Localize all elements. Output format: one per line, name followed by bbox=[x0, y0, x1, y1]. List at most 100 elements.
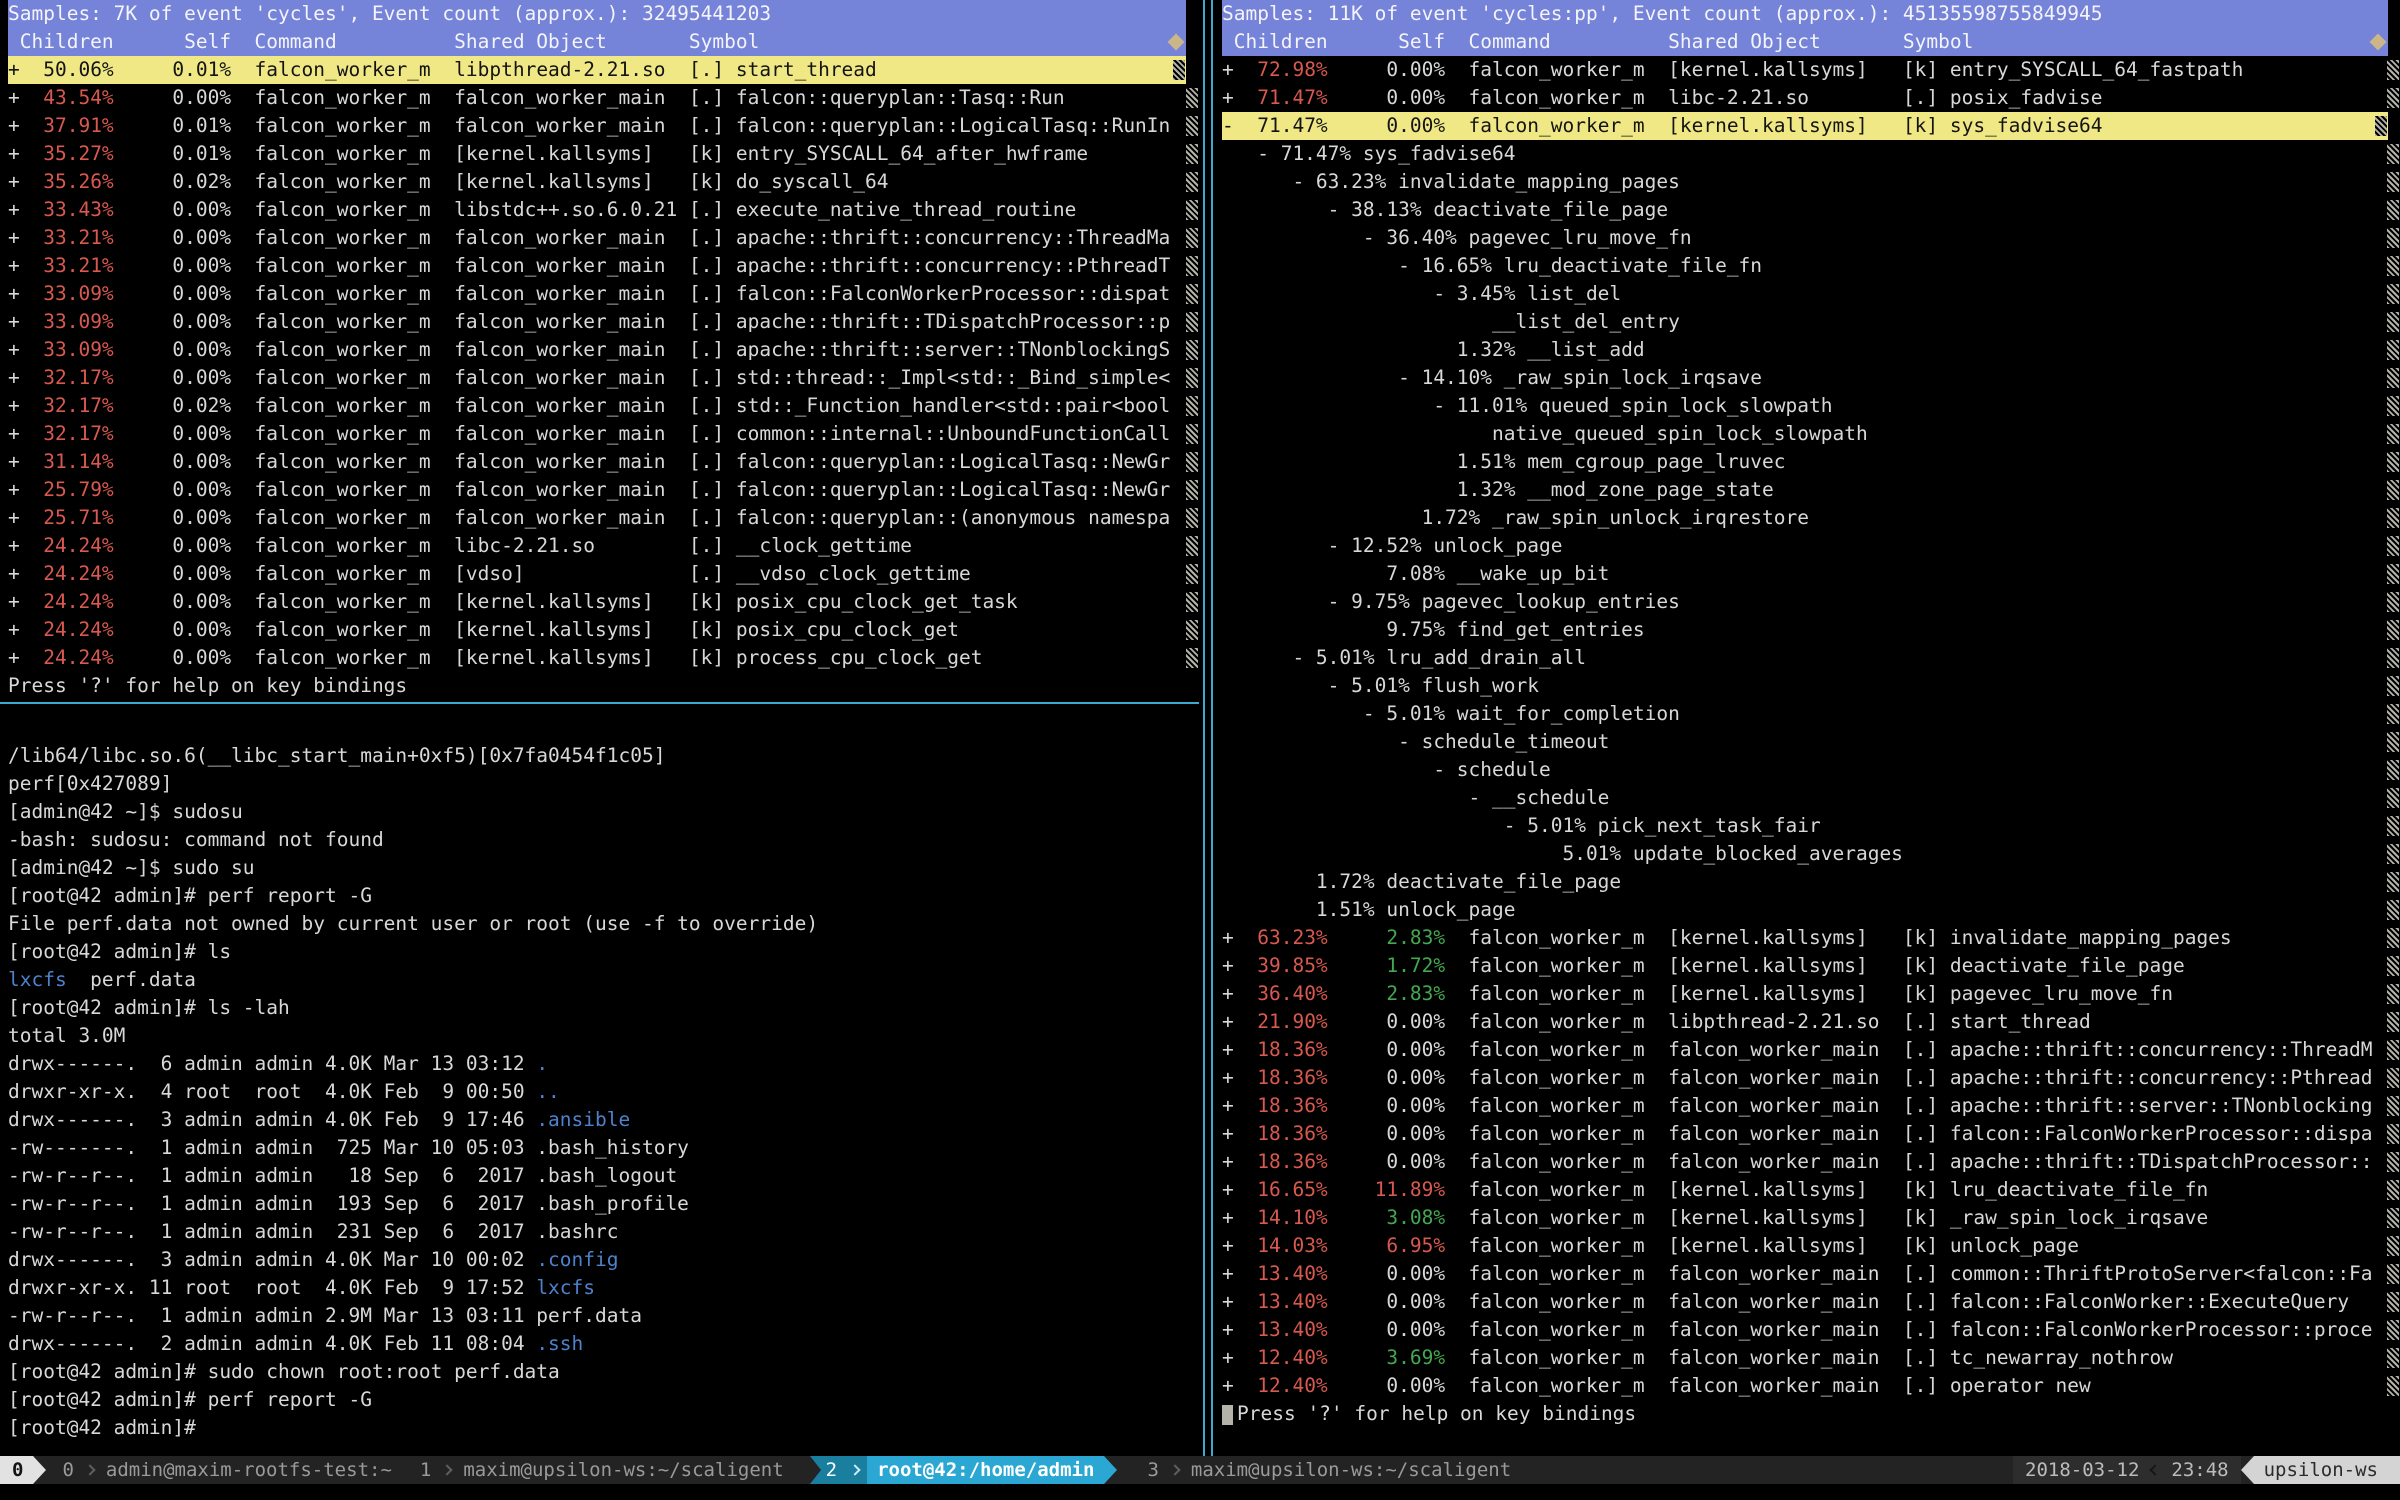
children-percent: 37.91% bbox=[20, 114, 114, 137]
pane-terminal[interactable]: /lib64/libc.so.6(__libc_start_main+0xf5)… bbox=[0, 712, 1199, 1456]
perf-row[interactable]: + 43.54% 0.00% falcon_worker_m falcon_wo… bbox=[8, 84, 1199, 112]
perf-row[interactable]: + 14.03% 6.95% falcon_worker_m [kernel.k… bbox=[1222, 1232, 2400, 1260]
children-percent: 13.40% bbox=[1234, 1262, 1328, 1285]
tree-text: - 12.52% unlock_page bbox=[1222, 534, 1562, 557]
perf-row[interactable]: + 24.24% 0.00% falcon_worker_m [kernel.k… bbox=[8, 588, 1199, 616]
perf-row[interactable]: + 21.90% 0.00% falcon_worker_m libpthrea… bbox=[1222, 1008, 2400, 1036]
scrollbar-block bbox=[2387, 1152, 2399, 1172]
pane-perf-cycles[interactable]: Samples: 7K of event 'cycles', Event cou… bbox=[0, 0, 1199, 700]
terminal-output: /lib64/libc.so.6(__libc_start_main+0xf5)… bbox=[8, 742, 1199, 1442]
call-tree-line[interactable]: - 38.13% deactivate_file_page bbox=[1222, 196, 2400, 224]
perf-row[interactable]: + 12.40% 3.69% falcon_worker_m falcon_wo… bbox=[1222, 1344, 2400, 1372]
call-tree-line[interactable]: - 63.23% invalidate_mapping_pages bbox=[1222, 168, 2400, 196]
perf-row[interactable]: + 32.17% 0.00% falcon_worker_m falcon_wo… bbox=[8, 420, 1199, 448]
call-tree-line[interactable]: - 5.01% pick_next_task_fair bbox=[1222, 812, 2400, 840]
call-tree-line[interactable]: - 16.65% lru_deactivate_file_fn bbox=[1222, 252, 2400, 280]
expander: + bbox=[8, 450, 20, 473]
tmux-window-active[interactable]: 2root@42:/home/admin bbox=[810, 1456, 1118, 1484]
perf-row[interactable]: + 33.09% 0.00% falcon_worker_m falcon_wo… bbox=[8, 280, 1199, 308]
row-detail: falcon_worker_m falcon_worker_main [.] c… bbox=[231, 422, 1170, 445]
call-tree-line[interactable]: 7.08% __wake_up_bit bbox=[1222, 560, 2400, 588]
perf-row[interactable]: + 24.24% 0.00% falcon_worker_m [vdso] [.… bbox=[8, 560, 1199, 588]
perf-row[interactable]: + 37.91% 0.01% falcon_worker_m falcon_wo… bbox=[8, 112, 1199, 140]
perf-row[interactable]: + 18.36% 0.00% falcon_worker_m falcon_wo… bbox=[1222, 1064, 2400, 1092]
self-percent: 0.00% bbox=[1328, 1038, 1445, 1061]
perf-row[interactable]: + 32.17% 0.02% falcon_worker_m falcon_wo… bbox=[8, 392, 1199, 420]
call-tree-line[interactable]: 9.75% find_get_entries bbox=[1222, 616, 2400, 644]
call-tree-line[interactable]: native_queued_spin_lock_slowpath bbox=[1222, 420, 2400, 448]
perf-row[interactable]: + 16.65% 11.89% falcon_worker_m [kernel.… bbox=[1222, 1176, 2400, 1204]
call-tree-line[interactable]: 1.51% unlock_page bbox=[1222, 896, 2400, 924]
perf-row[interactable]: + 13.40% 0.00% falcon_worker_m falcon_wo… bbox=[1222, 1316, 2400, 1344]
call-tree-line[interactable]: 1.72% deactivate_file_page bbox=[1222, 868, 2400, 896]
perf-row[interactable]: + 33.21% 0.00% falcon_worker_m falcon_wo… bbox=[8, 224, 1199, 252]
row-detail: falcon_worker_m [kernel.kallsyms] [k] en… bbox=[231, 142, 1088, 165]
call-tree-line[interactable]: - 5.01% lru_add_drain_all bbox=[1222, 644, 2400, 672]
perf-row[interactable]: + 31.14% 0.00% falcon_worker_m falcon_wo… bbox=[8, 448, 1199, 476]
pane-perf-cycles-pp[interactable]: Samples: 11K of event 'cycles:pp', Event… bbox=[1216, 0, 2400, 1456]
session-badge[interactable]: 0 bbox=[0, 1456, 33, 1484]
call-tree-line[interactable]: - 11.01% queued_spin_lock_slowpath bbox=[1222, 392, 2400, 420]
call-tree-line[interactable]: - schedule_timeout bbox=[1222, 728, 2400, 756]
call-tree-line[interactable]: - 9.75% pagevec_lookup_entries bbox=[1222, 588, 2400, 616]
perf-row[interactable]: + 33.09% 0.00% falcon_worker_m falcon_wo… bbox=[8, 308, 1199, 336]
scrollbar-block bbox=[1186, 424, 1198, 444]
pane-border-horizontal[interactable] bbox=[0, 702, 1199, 704]
perf-row[interactable]: + 33.43% 0.00% falcon_worker_m libstdc++… bbox=[8, 196, 1199, 224]
tree-text: - 71.47% sys_fadvise64 bbox=[1222, 142, 1516, 165]
perf-row[interactable]: + 36.40% 2.83% falcon_worker_m [kernel.k… bbox=[1222, 980, 2400, 1008]
tmux-window[interactable]: 1maxim@upsilon-ws:~/scaligent bbox=[416, 1456, 784, 1484]
call-tree-line[interactable]: 1.51% mem_cgroup_page_lruvec bbox=[1222, 448, 2400, 476]
perf-row[interactable]: + 33.21% 0.00% falcon_worker_m falcon_wo… bbox=[8, 252, 1199, 280]
call-tree-line[interactable]: - 12.52% unlock_page bbox=[1222, 532, 2400, 560]
call-tree-line[interactable]: 5.01% update_blocked_averages bbox=[1222, 840, 2400, 868]
perf-row[interactable]: - 71.47% 0.00% falcon_worker_m [kernel.k… bbox=[1222, 112, 2388, 140]
perf-row[interactable]: + 18.36% 0.00% falcon_worker_m falcon_wo… bbox=[1222, 1148, 2400, 1176]
call-tree-line[interactable]: - 3.45% list_del bbox=[1222, 280, 2400, 308]
perf-row[interactable]: + 13.40% 0.00% falcon_worker_m falcon_wo… bbox=[1222, 1260, 2400, 1288]
call-tree-line[interactable]: - 5.01% flush_work bbox=[1222, 672, 2400, 700]
scrollbar-block bbox=[2387, 900, 2399, 920]
perf-row[interactable]: + 72.98% 0.00% falcon_worker_m [kernel.k… bbox=[1222, 56, 2400, 84]
perf-row[interactable]: + 25.79% 0.00% falcon_worker_m falcon_wo… bbox=[8, 476, 1199, 504]
perf-row[interactable]: + 35.26% 0.02% falcon_worker_m [kernel.k… bbox=[8, 168, 1199, 196]
call-tree-line[interactable]: - 71.47% sys_fadvise64 bbox=[1222, 140, 2400, 168]
self-percent: 0.00% bbox=[114, 254, 231, 277]
call-tree-line[interactable]: 1.32% __mod_zone_page_state bbox=[1222, 476, 2400, 504]
perf-row[interactable]: + 63.23% 2.83% falcon_worker_m [kernel.k… bbox=[1222, 924, 2400, 952]
terminal-text: lxcfs bbox=[536, 1276, 595, 1299]
call-tree-line[interactable]: - 5.01% wait_for_completion bbox=[1222, 700, 2400, 728]
expander: + bbox=[8, 198, 20, 221]
call-tree-line[interactable]: __list_del_entry bbox=[1222, 308, 2400, 336]
perf-row[interactable]: + 18.36% 0.00% falcon_worker_m falcon_wo… bbox=[1222, 1036, 2400, 1064]
pane-border-vertical[interactable] bbox=[1199, 0, 1216, 1456]
call-tree-line[interactable]: - 14.10% _raw_spin_lock_irqsave bbox=[1222, 364, 2400, 392]
tmux-window[interactable]: 0admin@maxim-rootfs-test:~ bbox=[58, 1456, 391, 1484]
perf-row[interactable]: + 32.17% 0.00% falcon_worker_m falcon_wo… bbox=[8, 364, 1199, 392]
call-tree-line[interactable]: - schedule bbox=[1222, 756, 2400, 784]
perf-row[interactable]: + 24.24% 0.00% falcon_worker_m libc-2.21… bbox=[8, 532, 1199, 560]
perf-row[interactable]: + 12.40% 0.00% falcon_worker_m falcon_wo… bbox=[1222, 1372, 2400, 1400]
perf-row[interactable]: + 18.36% 0.00% falcon_worker_m falcon_wo… bbox=[1222, 1120, 2400, 1148]
perf-row[interactable]: + 24.24% 0.00% falcon_worker_m [kernel.k… bbox=[8, 644, 1199, 672]
perf-row[interactable]: + 18.36% 0.00% falcon_worker_m falcon_wo… bbox=[1222, 1092, 2400, 1120]
perf-row[interactable]: + 35.27% 0.01% falcon_worker_m [kernel.k… bbox=[8, 140, 1199, 168]
call-tree-line[interactable]: 1.72% _raw_spin_unlock_irqrestore bbox=[1222, 504, 2400, 532]
perf-row[interactable]: + 13.40% 0.00% falcon_worker_m falcon_wo… bbox=[1222, 1288, 2400, 1316]
call-tree-line[interactable]: - 36.40% pagevec_lru_move_fn bbox=[1222, 224, 2400, 252]
terminal-text: perf.data bbox=[67, 968, 196, 991]
children-percent: 24.24% bbox=[20, 534, 114, 557]
perf-row[interactable]: + 50.06% 0.01% falcon_worker_m libpthrea… bbox=[8, 56, 1186, 84]
call-tree-line[interactable]: - __schedule bbox=[1222, 784, 2400, 812]
perf-row[interactable]: + 71.47% 0.00% falcon_worker_m libc-2.21… bbox=[1222, 84, 2400, 112]
window-index: 1 bbox=[416, 1456, 441, 1484]
perf-row[interactable]: + 25.71% 0.00% falcon_worker_m falcon_wo… bbox=[8, 504, 1199, 532]
perf-row[interactable]: + 24.24% 0.00% falcon_worker_m [kernel.k… bbox=[8, 616, 1199, 644]
perf-row[interactable]: + 33.09% 0.00% falcon_worker_m falcon_wo… bbox=[8, 336, 1199, 364]
call-tree-line[interactable]: 1.32% __list_add bbox=[1222, 336, 2400, 364]
row-detail: falcon_worker_m [kernel.kallsyms] [k] in… bbox=[1445, 926, 2232, 949]
window-index: 0 bbox=[58, 1456, 83, 1484]
tmux-window[interactable]: 3maxim@upsilon-ws:~/scaligent bbox=[1143, 1456, 1511, 1484]
perf-row[interactable]: + 39.85% 1.72% falcon_worker_m [kernel.k… bbox=[1222, 952, 2400, 980]
perf-row[interactable]: + 14.10% 3.08% falcon_worker_m [kernel.k… bbox=[1222, 1204, 2400, 1232]
